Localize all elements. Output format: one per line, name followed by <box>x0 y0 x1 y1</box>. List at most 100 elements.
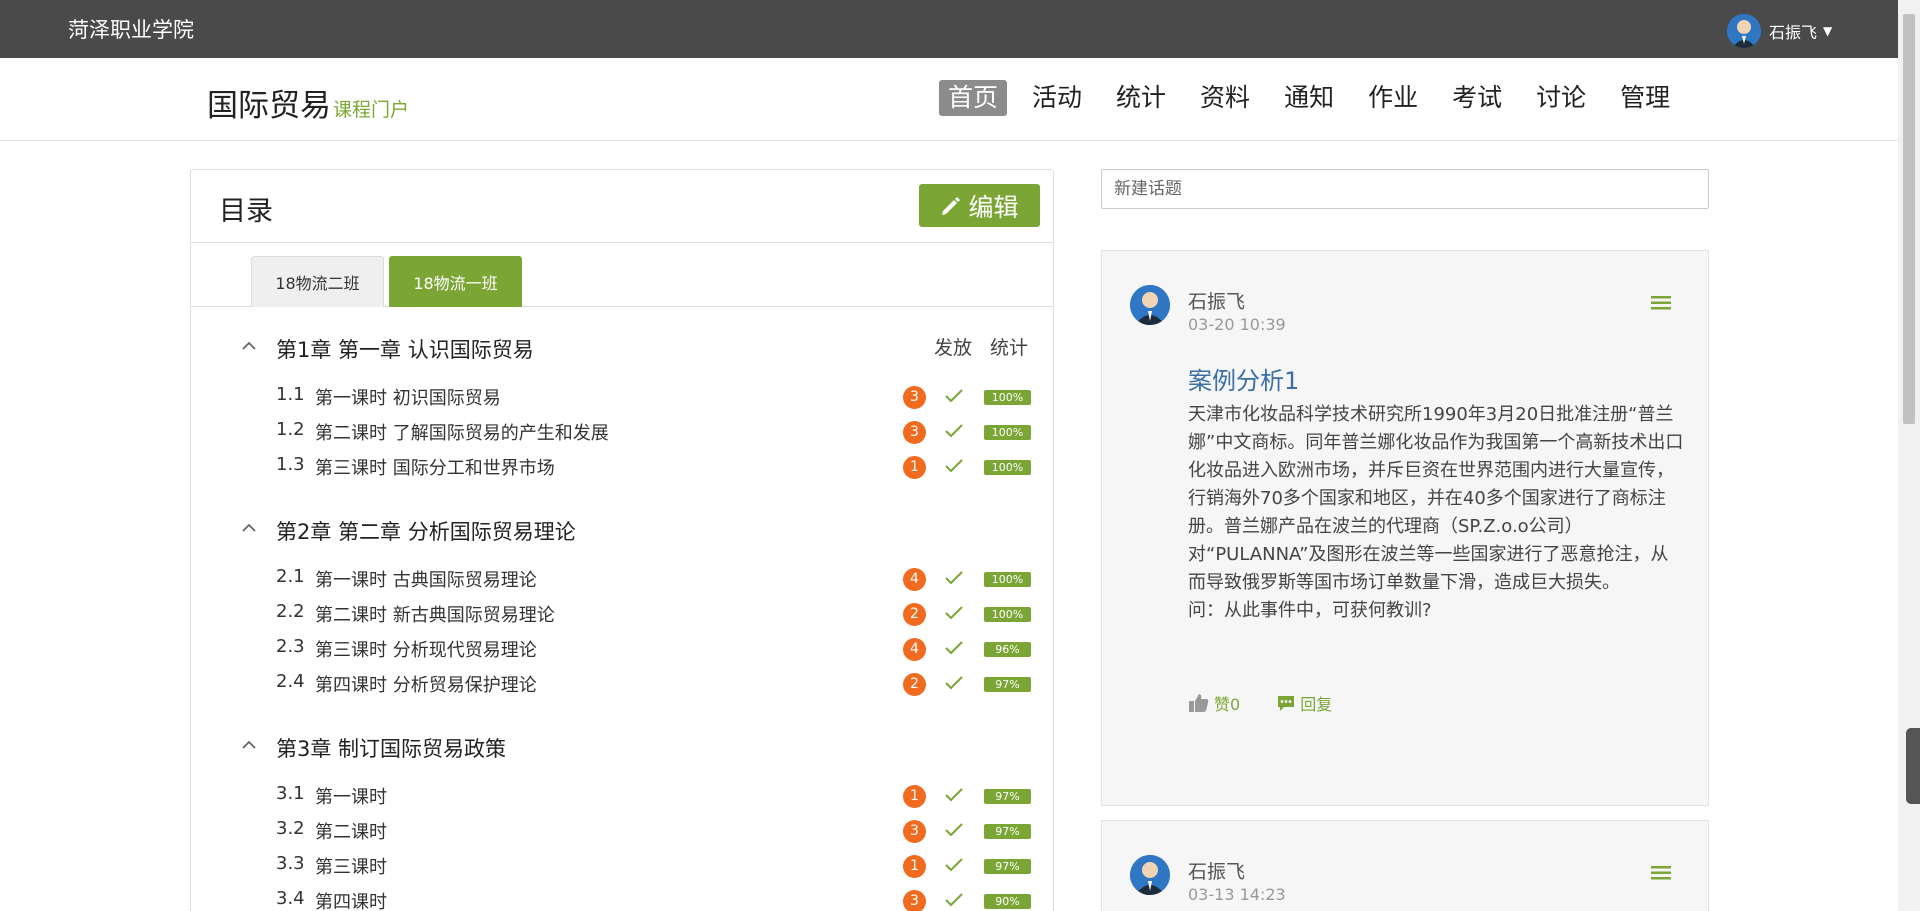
lesson-number: 3.2 <box>276 818 305 839</box>
completion-badge[interactable]: 90% <box>984 894 1031 909</box>
check-icon[interactable] <box>944 787 964 803</box>
catalog-panel: 目录 编辑 18物流二班 18物流一班 第1章 第一章 认识国际贸易 发放 统计… <box>190 169 1054 911</box>
lesson-title[interactable]: 第四课时 分析贸易保护理论 <box>315 671 537 697</box>
lesson-number: 1.3 <box>276 454 305 475</box>
lesson-row[interactable]: 1.2 第二课时 了解国际贸易的产生和发展 3 100% <box>191 417 1053 451</box>
menu-item-exams[interactable]: 考试 <box>1443 80 1511 116</box>
new-topic-input[interactable] <box>1101 169 1709 209</box>
chapter-title[interactable]: 第2章 第二章 分析国际贸易理论 <box>276 516 576 546</box>
completion-badge[interactable]: 97% <box>984 677 1031 692</box>
lesson-title[interactable]: 第四课时 <box>315 888 387 911</box>
completion-badge[interactable]: 100% <box>984 460 1031 475</box>
completion-badge[interactable]: 100% <box>984 390 1031 405</box>
lesson-row[interactable]: 1.1 第一课时 初识国际贸易 3 100% <box>191 382 1053 416</box>
menu-item-manage[interactable]: 管理 <box>1611 80 1679 116</box>
check-icon[interactable] <box>944 458 964 474</box>
course-nav: 国际贸易 课程门户 首页 活动 统计 资料 通知 作业 考试 讨论 管理 <box>0 58 1898 141</box>
discussion-post: 石振飞 03-13 14:23 <box>1101 820 1709 911</box>
chevron-up-icon[interactable] <box>241 338 257 354</box>
menu-item-homework[interactable]: 作业 <box>1359 80 1427 116</box>
completion-badge[interactable]: 97% <box>984 824 1031 839</box>
task-count-badge: 1 <box>903 456 926 479</box>
lesson-row[interactable]: 2.4 第四课时 分析贸易保护理论 2 97% <box>191 669 1053 703</box>
post-author[interactable]: 石振飞 <box>1188 287 1245 314</box>
side-float-widget[interactable] <box>1906 728 1920 804</box>
task-count-badge: 3 <box>903 421 926 444</box>
check-icon[interactable] <box>944 640 964 656</box>
menu-item-notices[interactable]: 通知 <box>1275 80 1343 116</box>
author-avatar[interactable] <box>1130 285 1170 325</box>
lesson-number: 1.2 <box>276 419 305 440</box>
user-menu[interactable]: 石振飞 ▼ <box>1727 14 1832 48</box>
check-icon[interactable] <box>944 857 964 873</box>
lesson-number: 2.4 <box>276 671 305 692</box>
lesson-title[interactable]: 第一课时 古典国际贸易理论 <box>315 566 537 592</box>
lesson-title[interactable]: 第一课时 初识国际贸易 <box>315 384 501 410</box>
lesson-row[interactable]: 1.3 第三课时 国际分工和世界市场 1 100% <box>191 452 1053 486</box>
lesson-row[interactable]: 3.3 第三课时 1 97% <box>191 851 1053 885</box>
menu-item-home[interactable]: 首页 <box>939 80 1008 116</box>
chevron-up-icon[interactable] <box>241 520 257 536</box>
course-title: 国际贸易 课程门户 <box>207 80 409 125</box>
lesson-row[interactable]: 2.3 第三课时 分析现代贸易理论 4 96% <box>191 634 1053 668</box>
like-label: 赞0 <box>1214 695 1241 714</box>
lesson-number: 2.1 <box>276 566 305 587</box>
lesson-title[interactable]: 第一课时 <box>315 783 387 809</box>
school-name[interactable]: 菏泽职业学院 <box>68 14 194 44</box>
check-icon[interactable] <box>944 675 964 691</box>
completion-badge[interactable]: 96% <box>984 642 1031 657</box>
thumbs-up-icon <box>1189 694 1209 712</box>
chapter-title[interactable]: 第1章 第一章 认识国际贸易 <box>276 334 534 364</box>
completion-badge[interactable]: 97% <box>984 859 1031 874</box>
lesson-row[interactable]: 2.2 第二课时 新古典国际贸易理论 2 100% <box>191 599 1053 633</box>
chapter-row: 第2章 第二章 分析国际贸易理论 <box>191 512 1053 552</box>
tab-class-2[interactable]: 18物流二班 <box>251 256 384 307</box>
chapter-row: 第1章 第一章 认识国际贸易 发放 统计 <box>191 330 1053 370</box>
reply-button[interactable]: 回复 <box>1276 691 1332 715</box>
completion-badge[interactable]: 100% <box>984 425 1031 440</box>
course-name[interactable]: 国际贸易 <box>207 88 331 124</box>
lesson-row[interactable]: 2.1 第一课时 古典国际贸易理论 4 100% <box>191 564 1053 598</box>
lesson-title[interactable]: 第二课时 新古典国际贸易理论 <box>315 601 555 627</box>
lesson-title[interactable]: 第二课时 <box>315 818 387 844</box>
lesson-number: 3.1 <box>276 783 305 804</box>
menu-item-materials[interactable]: 资料 <box>1191 80 1259 116</box>
completion-badge[interactable]: 100% <box>984 607 1031 622</box>
menu-item-activity[interactable]: 活动 <box>1023 80 1091 116</box>
lesson-title[interactable]: 第二课时 了解国际贸易的产生和发展 <box>315 419 609 445</box>
lesson-title[interactable]: 第三课时 分析现代贸易理论 <box>315 636 537 662</box>
completion-badge[interactable]: 100% <box>984 572 1031 587</box>
lesson-number: 2.3 <box>276 636 305 657</box>
post-time: 03-20 10:39 <box>1188 315 1286 334</box>
check-icon[interactable] <box>944 892 964 908</box>
lesson-title[interactable]: 第三课时 <box>315 853 387 879</box>
edit-label: 编辑 <box>968 192 1019 222</box>
menu-icon[interactable] <box>1651 865 1671 881</box>
completion-badge[interactable]: 97% <box>984 789 1031 804</box>
edit-button[interactable]: 编辑 <box>919 184 1040 227</box>
menu-item-stats[interactable]: 统计 <box>1107 80 1175 116</box>
chapter-title[interactable]: 第3章 制订国际贸易政策 <box>276 733 506 763</box>
lesson-number: 3.3 <box>276 853 305 874</box>
task-count-badge: 3 <box>903 890 926 911</box>
menu-icon[interactable] <box>1651 295 1671 311</box>
check-icon[interactable] <box>944 388 964 404</box>
post-author[interactable]: 石振飞 <box>1188 857 1245 884</box>
tab-class-1[interactable]: 18物流一班 <box>389 256 522 307</box>
lesson-title[interactable]: 第三课时 国际分工和世界市场 <box>315 454 555 480</box>
check-icon[interactable] <box>944 605 964 621</box>
check-icon[interactable] <box>944 570 964 586</box>
scrollbar-thumb[interactable] <box>1903 14 1915 424</box>
lesson-row[interactable]: 3.4 第四课时 3 90% <box>191 886 1053 911</box>
lesson-row[interactable]: 3.1 第一课时 1 97% <box>191 781 1053 815</box>
reply-label: 回复 <box>1300 695 1333 714</box>
comment-icon <box>1278 696 1295 711</box>
post-title[interactable]: 案例分析1 <box>1188 361 1299 396</box>
author-avatar[interactable] <box>1130 855 1170 895</box>
lesson-row[interactable]: 3.2 第二课时 3 97% <box>191 816 1053 850</box>
chevron-up-icon[interactable] <box>241 737 257 753</box>
like-button[interactable]: 赞0 <box>1188 691 1240 715</box>
check-icon[interactable] <box>944 822 964 838</box>
menu-item-discussion[interactable]: 讨论 <box>1527 80 1595 116</box>
check-icon[interactable] <box>944 423 964 439</box>
